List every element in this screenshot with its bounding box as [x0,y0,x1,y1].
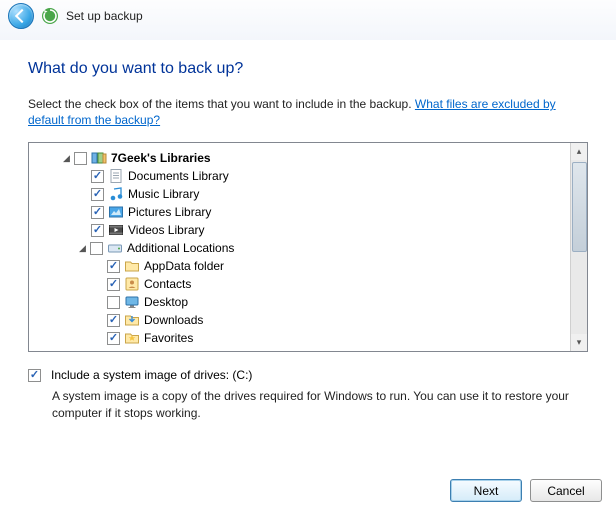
node-label: AppData folder [144,259,224,273]
page-description: Select the check box of the items that y… [28,96,588,128]
folder-icon [124,258,140,274]
tree-node-appdata[interactable]: AppData folder [33,257,583,275]
music-icon [108,186,124,202]
cancel-button[interactable]: Cancel [530,479,602,502]
scroll-up-icon[interactable]: ▴ [571,143,588,160]
scroll-down-icon[interactable]: ▾ [571,334,588,351]
scroll-thumb[interactable] [572,162,587,252]
libraries-icon [91,150,107,166]
checkbox[interactable] [107,332,120,345]
node-label: Contacts [144,277,191,291]
document-icon [108,168,124,184]
checkbox[interactable] [107,314,120,327]
tree-node-desktop[interactable]: Desktop [33,293,583,311]
videos-icon [108,222,124,238]
node-label: Desktop [144,295,188,309]
favorites-icon [124,330,140,346]
tree-node-favorites[interactable]: Favorites [33,329,583,347]
expand-toggle-icon[interactable] [61,153,72,164]
system-image-label: Include a system image of drives: (C:) [51,368,252,382]
tree-node-libraries[interactable]: 7Geek's Libraries [33,149,583,167]
pictures-icon [108,204,124,220]
checkbox[interactable] [107,296,120,309]
tree-content: 7Geek's Libraries Documents Library Musi… [29,143,587,351]
titlebar: Set up backup [0,0,616,32]
back-button[interactable] [8,3,34,29]
drive-icon [107,240,123,256]
wizard-buttons: Next Cancel [450,479,602,502]
backup-items-tree: 7Geek's Libraries Documents Library Musi… [28,142,588,352]
downloads-icon [124,312,140,328]
tree-node-documents[interactable]: Documents Library [33,167,583,185]
checkbox[interactable] [107,260,120,273]
desktop-icon [124,294,140,310]
checkbox[interactable] [91,206,104,219]
expand-toggle-icon[interactable] [77,243,88,254]
next-button[interactable]: Next [450,479,522,502]
checkbox[interactable] [90,242,103,255]
backup-app-icon [40,6,60,26]
node-label: Additional Locations [127,241,234,255]
node-label: Videos Library [128,223,205,237]
checkbox[interactable] [74,152,87,165]
tree-node-music[interactable]: Music Library [33,185,583,203]
node-label: Documents Library [128,169,229,183]
window-title: Set up backup [66,9,143,23]
tree-node-additional-locations[interactable]: Additional Locations [33,239,583,257]
tree-node-contacts[interactable]: Contacts [33,275,583,293]
checkbox[interactable] [28,369,41,382]
page-heading: What do you want to back up? [28,60,588,78]
checkbox[interactable] [107,278,120,291]
tree-node-videos[interactable]: Videos Library [33,221,583,239]
system-image-note: A system image is a copy of the drives r… [52,388,582,420]
checkbox[interactable] [91,188,104,201]
description-text: Select the check box of the items that y… [28,97,415,111]
node-label: Music Library [128,187,199,201]
contacts-icon [124,276,140,292]
system-image-checkbox-row[interactable]: Include a system image of drives: (C:) [28,368,588,382]
checkbox[interactable] [91,170,104,183]
tree-node-downloads[interactable]: Downloads [33,311,583,329]
node-label: 7Geek's Libraries [111,151,211,165]
node-label: Downloads [144,313,203,327]
node-label: Pictures Library [128,205,211,219]
tree-node-pictures[interactable]: Pictures Library [33,203,583,221]
checkbox[interactable] [91,224,104,237]
node-label: Favorites [144,331,193,345]
scrollbar[interactable]: ▴ ▾ [570,143,587,351]
